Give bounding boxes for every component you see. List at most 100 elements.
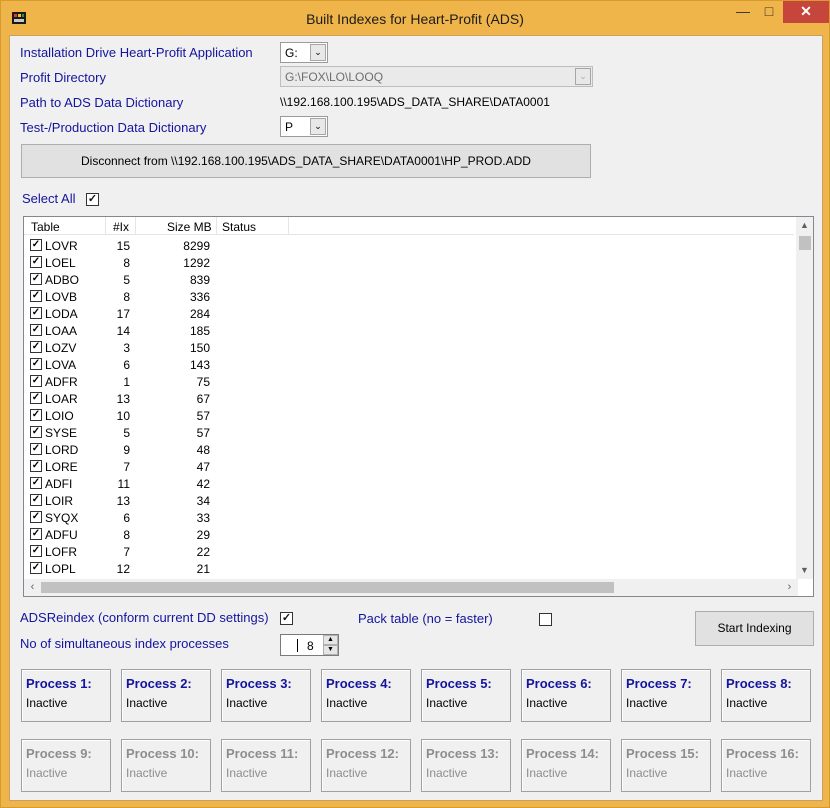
table-row[interactable]: ✓ LOAA 14 185 <box>24 322 794 339</box>
pack-table-label: Pack table (no = faster) <box>358 611 493 626</box>
process-name: Process 8: <box>726 676 792 691</box>
tables-grid[interactable]: Table #Ix Size MB Status ✓ LOVR 15 8299 ✓ LOE… <box>23 216 814 597</box>
row-checkbox[interactable]: ✓ <box>30 494 42 506</box>
row-checkbox[interactable]: ✓ <box>30 562 42 574</box>
test-prod-label: Test-/Production Data Dictionary <box>20 120 207 135</box>
row-size-mb: 34 <box>196 494 210 508</box>
row-checkbox[interactable]: ✓ <box>30 409 42 421</box>
table-row[interactable]: ✓ ADFR 1 75 <box>24 373 794 390</box>
horizontal-scroll-thumb[interactable] <box>41 582 614 593</box>
row-table-name: LOZV <box>45 341 77 355</box>
process-name: Process 1: <box>26 676 92 691</box>
table-row[interactable]: ✓ LOVB 8 336 <box>24 288 794 305</box>
horizontal-scrollbar[interactable]: ‹ › <box>24 579 798 596</box>
row-checkbox[interactable]: ✓ <box>30 443 42 455</box>
disconnect-button[interactable]: Disconnect from \\192.168.100.195\ADS_DA… <box>21 144 591 178</box>
row-checkbox[interactable]: ✓ <box>30 358 42 370</box>
chevron-down-icon: ⌄ <box>575 68 591 85</box>
row-checkbox[interactable]: ✓ <box>30 426 42 438</box>
row-size-mb: 33 <box>196 511 210 525</box>
minimize-button[interactable]: — <box>730 1 756 23</box>
col-header-ix[interactable]: #Ix <box>113 220 129 234</box>
row-checkbox[interactable]: ✓ <box>30 392 42 404</box>
col-header-size[interactable]: Size MB <box>167 220 212 234</box>
scroll-up-icon[interactable]: ▲ <box>796 217 813 234</box>
chevron-down-icon[interactable]: ⌄ <box>310 118 326 135</box>
row-checkbox[interactable]: ✓ <box>30 460 42 472</box>
process-status: Inactive <box>526 696 568 710</box>
stepper-down-icon[interactable]: ▼ <box>323 645 338 655</box>
row-checkbox[interactable]: ✓ <box>30 290 42 302</box>
scroll-right-icon[interactable]: › <box>781 579 798 596</box>
row-checkbox[interactable]: ✓ <box>30 511 42 523</box>
scroll-left-icon[interactable]: ‹ <box>24 579 41 596</box>
close-button[interactable]: ✕ <box>783 1 829 23</box>
simultaneous-label: No of simultaneous index processes <box>20 636 229 651</box>
test-prod-select[interactable]: P ⌄ <box>280 116 328 137</box>
process-name: Process 15: <box>626 746 699 761</box>
col-header-status[interactable]: Status <box>222 220 256 234</box>
table-row[interactable]: ✓ LOVR 15 8299 <box>24 237 794 254</box>
table-row[interactable]: ✓ LOIO 10 57 <box>24 407 794 424</box>
row-checkbox[interactable]: ✓ <box>30 256 42 268</box>
process-status: Inactive <box>26 696 68 710</box>
table-row[interactable]: ✓ LOZV 3 150 <box>24 339 794 356</box>
chevron-down-icon[interactable]: ⌄ <box>310 44 326 61</box>
row-checkbox[interactable]: ✓ <box>30 341 42 353</box>
process-panel-4: Process 4: Inactive <box>321 669 411 722</box>
row-checkbox[interactable]: ✓ <box>30 545 42 557</box>
col-header-table[interactable]: Table <box>31 220 60 234</box>
process-panel-11: Process 11: Inactive <box>221 739 311 792</box>
row-index-count: 14 <box>116 324 130 338</box>
table-row[interactable]: ✓ LORE 7 47 <box>24 458 794 475</box>
window-title: Built Indexes for Heart-Profit (ADS) <box>306 11 524 27</box>
row-index-count: 3 <box>123 341 130 355</box>
table-row[interactable]: ✓ ADFI 11 42 <box>24 475 794 492</box>
row-index-count: 5 <box>123 273 130 287</box>
row-index-count: 8 <box>123 290 130 304</box>
row-index-count: 7 <box>123 460 130 474</box>
table-row[interactable]: ✓ LOFR 7 22 <box>24 543 794 560</box>
row-checkbox[interactable]: ✓ <box>30 239 42 251</box>
process-name: Process 5: <box>426 676 492 691</box>
maximize-button[interactable]: □ <box>756 1 782 23</box>
process-name: Process 6: <box>526 676 592 691</box>
path-label: Path to ADS Data Dictionary <box>20 95 184 110</box>
adsreindex-checkbox[interactable]: ✓ <box>280 612 293 625</box>
process-panel-3: Process 3: Inactive <box>221 669 311 722</box>
install-drive-select[interactable]: G: ⌄ <box>280 42 328 63</box>
table-row[interactable]: ✓ SYQX 6 33 <box>24 509 794 526</box>
row-size-mb: 185 <box>189 324 210 338</box>
table-row[interactable]: ✓ SYSE 5 57 <box>24 424 794 441</box>
stepper-up-icon[interactable]: ▲ <box>323 635 338 645</box>
table-row[interactable]: ✓ LOEL 8 1292 <box>24 254 794 271</box>
vertical-scrollbar[interactable]: ▲ ▼ <box>796 217 813 579</box>
select-all-checkbox[interactable]: ✓ <box>86 193 99 206</box>
test-prod-value: P <box>285 120 294 134</box>
row-checkbox[interactable]: ✓ <box>30 307 42 319</box>
table-row[interactable]: ✓ LODA 17 284 <box>24 305 794 322</box>
row-checkbox[interactable]: ✓ <box>30 528 42 540</box>
title-bar[interactable]: Built Indexes for Heart-Profit (ADS) — □… <box>1 1 829 35</box>
start-indexing-button[interactable]: Start Indexing <box>695 611 814 646</box>
table-row[interactable]: ✓ LOPL 12 21 <box>24 560 794 577</box>
table-row[interactable]: ✓ ADFU 8 29 <box>24 526 794 543</box>
table-row[interactable]: ✓ LOAR 13 67 <box>24 390 794 407</box>
table-row[interactable]: ✓ LOIR 13 34 <box>24 492 794 509</box>
row-index-count: 9 <box>123 443 130 457</box>
process-status: Inactive <box>26 766 68 780</box>
row-checkbox[interactable]: ✓ <box>30 273 42 285</box>
table-row[interactable]: ✓ LORD 9 48 <box>24 441 794 458</box>
process-status: Inactive <box>626 766 668 780</box>
row-checkbox[interactable]: ✓ <box>30 477 42 489</box>
scroll-down-icon[interactable]: ▼ <box>796 562 813 579</box>
table-row[interactable]: ✓ ADBO 5 839 <box>24 271 794 288</box>
process-panel-13: Process 13: Inactive <box>421 739 511 792</box>
table-row[interactable]: ✓ LOVA 6 143 <box>24 356 794 373</box>
vertical-scroll-thumb[interactable] <box>799 236 811 250</box>
simultaneous-stepper[interactable]: 8 ▲ ▼ <box>280 634 339 656</box>
pack-table-checkbox[interactable] <box>539 613 552 626</box>
row-checkbox[interactable]: ✓ <box>30 375 42 387</box>
row-table-name: SYSE <box>45 426 78 440</box>
row-checkbox[interactable]: ✓ <box>30 324 42 336</box>
